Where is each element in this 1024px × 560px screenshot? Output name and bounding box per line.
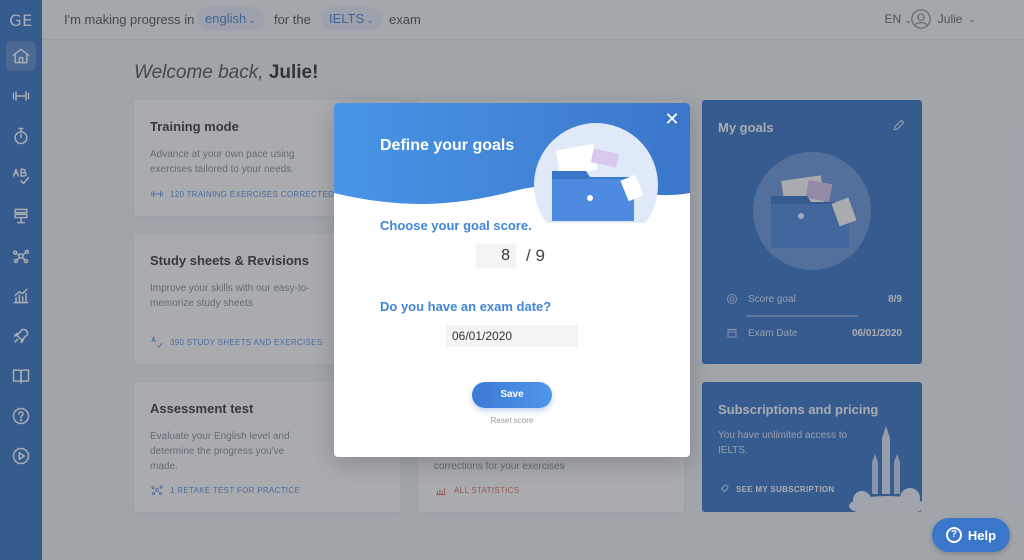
help-button[interactable]: ? Help bbox=[932, 518, 1010, 552]
save-button[interactable]: Save bbox=[472, 382, 552, 408]
score-max: / 9 bbox=[526, 246, 545, 265]
score-input[interactable]: 8 bbox=[476, 244, 516, 268]
exam-date-input[interactable]: 06/01/2020 bbox=[446, 325, 578, 347]
exam-date-question: Do you have an exam date? bbox=[380, 299, 552, 314]
goal-score-question: Choose your goal score. bbox=[380, 218, 532, 233]
close-icon[interactable]: ✕ bbox=[662, 109, 682, 129]
modal-header-wave bbox=[334, 103, 690, 223]
reset-score-link[interactable]: Reset score bbox=[334, 416, 690, 425]
score-selector: 8 / 9 bbox=[476, 244, 545, 268]
define-goals-modal: Define your goals ✕ Choose your goal sco… bbox=[334, 103, 690, 457]
help-label: Help bbox=[967, 527, 997, 543]
modal-title: Define your goals bbox=[380, 137, 515, 154]
question-icon: ? bbox=[945, 527, 962, 543]
